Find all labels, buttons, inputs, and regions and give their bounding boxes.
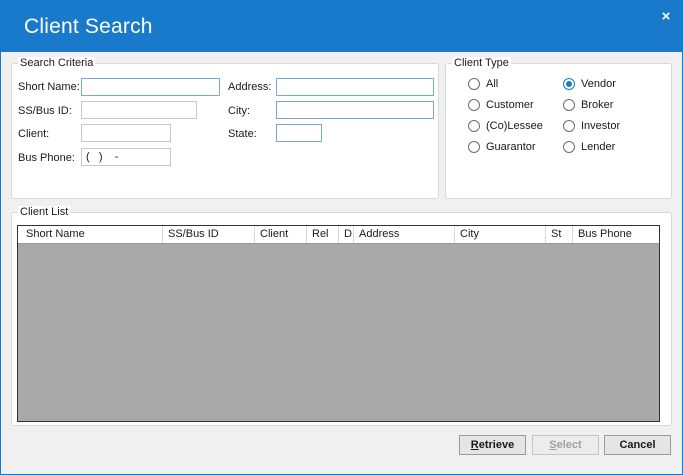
radio-investor[interactable]: Investor (563, 120, 620, 132)
bus-phone-input[interactable] (81, 148, 171, 166)
client-type-legend: Client Type (452, 57, 511, 70)
radio-circle-icon[interactable] (468, 141, 480, 153)
col-short-name[interactable]: Short Name (21, 226, 163, 243)
radio-guarantor-label: Guarantor (486, 141, 536, 153)
radio-vendor-label: Vendor (581, 78, 616, 90)
radio-guarantor[interactable]: Guarantor (468, 141, 536, 153)
retrieve-button[interactable]: Retrieve (459, 435, 526, 455)
select-button[interactable]: Select (532, 435, 599, 455)
radio-circle-icon[interactable] (563, 99, 575, 111)
col-city[interactable]: City (455, 226, 546, 243)
client-input[interactable] (81, 124, 171, 142)
grid-header: Short Name SS/Bus ID Client Rel D Addres… (18, 226, 659, 244)
search-criteria-legend: Search Criteria (18, 57, 96, 70)
col-ssbus-id[interactable]: SS/Bus ID (163, 226, 255, 243)
short-name-input[interactable] (81, 78, 220, 96)
col-st[interactable]: St (546, 226, 573, 243)
title-bar: Client Search × (1, 1, 682, 52)
col-rel[interactable]: Rel (307, 226, 339, 243)
client-list-group: Client List Short Name SS/Bus ID Client … (11, 206, 672, 426)
radio-circle-icon[interactable] (563, 141, 575, 153)
address-input[interactable] (276, 78, 434, 96)
window-title: Client Search (24, 15, 153, 38)
client-search-window: Client Search × Search Criteria Short Na… (0, 0, 683, 475)
radio-circle-icon[interactable] (468, 99, 480, 111)
radio-customer-label: Customer (486, 99, 534, 111)
radio-colessee[interactable]: (Co)Lessee (468, 120, 543, 132)
city-label: City: (228, 105, 250, 117)
client-label: Client: (18, 128, 50, 140)
search-criteria-group: Search Criteria Short Name: SS/Bus ID: C… (11, 57, 439, 199)
client-list-legend: Client List (18, 206, 71, 219)
radio-colessee-label: (Co)Lessee (486, 120, 543, 132)
radio-circle-icon[interactable] (468, 120, 480, 132)
radio-circle-icon[interactable] (563, 120, 575, 132)
city-input[interactable] (276, 101, 434, 119)
col-address[interactable]: Address (354, 226, 455, 243)
col-bus-phone[interactable]: Bus Phone (573, 226, 659, 243)
col-d[interactable]: D (339, 226, 354, 243)
radio-broker[interactable]: Broker (563, 99, 613, 111)
cancel-button[interactable]: Cancel (604, 435, 671, 455)
client-list-grid[interactable]: Short Name SS/Bus ID Client Rel D Addres… (17, 225, 660, 422)
radio-all[interactable]: All (468, 78, 498, 90)
radio-lender-label: Lender (581, 141, 616, 153)
close-icon[interactable]: × (658, 8, 674, 25)
radio-investor-label: Investor (581, 120, 621, 132)
ssbus-id-label: SS/Bus ID: (18, 105, 72, 117)
client-type-group: Client Type All Customer (Co)Lessee Guar… (445, 57, 672, 199)
radio-broker-label: Broker (581, 99, 614, 111)
radio-circle-icon[interactable] (468, 78, 480, 90)
radio-customer[interactable]: Customer (468, 99, 534, 111)
address-label: Address: (228, 81, 272, 93)
short-name-label: Short Name: (18, 81, 80, 93)
bus-phone-label: Bus Phone: (18, 152, 75, 164)
col-client[interactable]: Client (255, 226, 307, 243)
radio-all-label: All (486, 78, 499, 90)
state-label: State: (228, 128, 257, 140)
ssbus-id-input[interactable] (81, 101, 197, 119)
radio-lender[interactable]: Lender (563, 141, 615, 153)
radio-selected-icon[interactable] (563, 78, 575, 90)
state-input[interactable] (276, 124, 322, 142)
radio-vendor[interactable]: Vendor (563, 78, 616, 90)
